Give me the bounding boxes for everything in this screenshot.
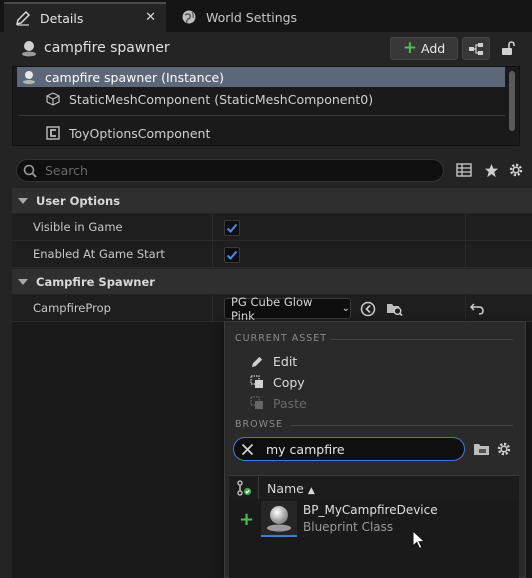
tree-separator: [19, 115, 505, 116]
script-component-icon: [45, 125, 61, 141]
column-divider: [465, 241, 466, 268]
pencil-icon: [14, 9, 32, 27]
plus-icon: +: [402, 38, 418, 58]
browse-section-title: BROWSE: [235, 419, 284, 430]
asset-search-input[interactable]: my campfire: [233, 437, 465, 461]
checkmark-icon: [226, 223, 238, 233]
asset-list: + BP_MyCampfireDevice Blueprint Class: [229, 499, 519, 578]
prop-label: Visible in Game: [33, 220, 123, 234]
source-control-icon: [236, 480, 251, 496]
folder-icon[interactable]: [472, 441, 490, 457]
component-row-toyoptions[interactable]: ToyOptionsComponent: [45, 123, 210, 143]
actor-thumbnail-icon: [267, 506, 291, 532]
chevron-down-icon: ⌄: [341, 303, 350, 314]
use-selected-icon[interactable]: [359, 300, 376, 317]
tree-scrollbar[interactable]: [509, 71, 515, 131]
current-asset-section-title: CURRENT ASSET: [235, 333, 328, 344]
collapse-arrow-icon: [18, 278, 28, 285]
copy-menu-item[interactable]: Copy: [249, 373, 305, 391]
blueprint-button[interactable]: [462, 37, 490, 60]
prop-label: Enabled At Game Start: [33, 247, 165, 261]
combo-value: PG Cube Glow Pink: [231, 294, 313, 323]
prop-label: CampfireProp: [33, 301, 111, 315]
asset-type: Blueprint Class: [303, 520, 394, 534]
column-divider: [465, 214, 466, 241]
tab-bar: Details ✕ World Settings: [0, 0, 532, 32]
tab-details[interactable]: Details ✕: [4, 2, 166, 32]
table-view-icon[interactable]: [455, 161, 473, 179]
enabled-at-game-start-checkbox[interactable]: [224, 247, 240, 263]
paste-label: Paste: [273, 395, 307, 411]
hierarchy-icon: [469, 42, 483, 55]
components-tree: campfire spawner (Instance) StaticMeshCo…: [12, 66, 520, 146]
asset-name: BP_MyCampfireDevice: [303, 503, 438, 517]
column-divider: [212, 241, 213, 268]
details-window: Details ✕ World Settings campfire spawne…: [0, 0, 532, 578]
component-row-instance[interactable]: campfire spawner (Instance): [17, 67, 505, 87]
collapse-arrow-icon: [18, 197, 28, 204]
globe-icon: [180, 8, 198, 26]
add-component-button[interactable]: + Add: [390, 37, 458, 60]
visible-in-game-checkbox[interactable]: [224, 220, 240, 236]
campfire-prop-combo[interactable]: PG Cube Glow Pink ⌄: [224, 295, 351, 323]
asset-thumbnail: [261, 501, 297, 537]
name-column-label: Name: [267, 481, 304, 496]
component-row-staticmesh[interactable]: StaticMeshComponent (StaticMeshComponent…: [45, 89, 373, 109]
checkmark-icon: [226, 250, 238, 260]
cube-icon: [45, 91, 61, 107]
reset-arrow-icon[interactable]: [469, 301, 485, 317]
component-label: ToyOptionsComponent: [69, 125, 211, 141]
section-divider: [331, 339, 513, 340]
picker-settings-gear-icon[interactable]: [496, 441, 512, 457]
edit-menu-item[interactable]: Edit: [249, 352, 297, 370]
tab-world-settings-label: World Settings: [206, 9, 298, 25]
tab-world-settings[interactable]: World Settings: [170, 2, 320, 32]
paste-icon: [249, 395, 265, 411]
section-divider: [291, 425, 513, 426]
category-title: User Options: [36, 193, 121, 208]
source-control-column[interactable]: [229, 476, 259, 500]
browse-asset-icon[interactable]: [385, 300, 403, 317]
prop-enabled-at-game-start: Enabled At Game Start: [12, 241, 532, 268]
asset-list-item[interactable]: + BP_MyCampfireDevice Blueprint Class: [229, 501, 519, 539]
paste-menu-item[interactable]: Paste: [249, 394, 307, 412]
copy-icon: [249, 374, 265, 390]
edit-label: Edit: [273, 353, 298, 369]
search-placeholder: Search: [45, 163, 88, 178]
prop-campfire-prop: CampfireProp PG Cube Glow Pink ⌄: [12, 295, 532, 323]
lock-icon[interactable]: [498, 38, 518, 58]
category-user-options[interactable]: User Options: [12, 188, 532, 213]
asset-picker-popup: CURRENT ASSET Edit Copy Paste BROWSE my …: [224, 321, 526, 578]
add-asset-plus-icon: +: [239, 509, 255, 530]
column-divider: [212, 214, 213, 241]
copy-label: Copy: [273, 374, 305, 390]
actor-title: campfire spawner: [44, 40, 170, 56]
details-search-input[interactable]: Search: [16, 159, 444, 182]
tab-details-label: Details: [40, 10, 84, 26]
category-campfire-spawner[interactable]: Campfire Spawner: [12, 269, 532, 294]
star-icon[interactable]: [482, 161, 500, 179]
search-icon: [23, 164, 37, 178]
actor-icon: [20, 39, 38, 57]
column-divider: [465, 295, 466, 322]
prop-visible-in-game: Visible in Game: [12, 214, 532, 241]
asset-list-header: Name ▲: [229, 475, 519, 500]
asset-search-value: my campfire: [266, 441, 345, 457]
name-column-header[interactable]: Name ▲: [267, 481, 315, 496]
component-label: campfire spawner (Instance): [45, 69, 225, 85]
settings-gear-icon[interactable]: [507, 161, 525, 179]
column-divider: [212, 295, 213, 322]
sort-ascending-icon: ▲: [307, 486, 315, 496]
mouse-cursor-icon: [412, 530, 426, 550]
clear-search-icon[interactable]: [240, 442, 254, 456]
category-title: Campfire Spawner: [36, 274, 155, 289]
close-tab-icon[interactable]: ✕: [145, 10, 156, 25]
add-label: Add: [421, 41, 446, 56]
component-label: StaticMeshComponent (StaticMeshComponent…: [69, 91, 374, 107]
actor-instance-icon: [21, 69, 37, 85]
edit-pencil-icon: [249, 353, 265, 369]
